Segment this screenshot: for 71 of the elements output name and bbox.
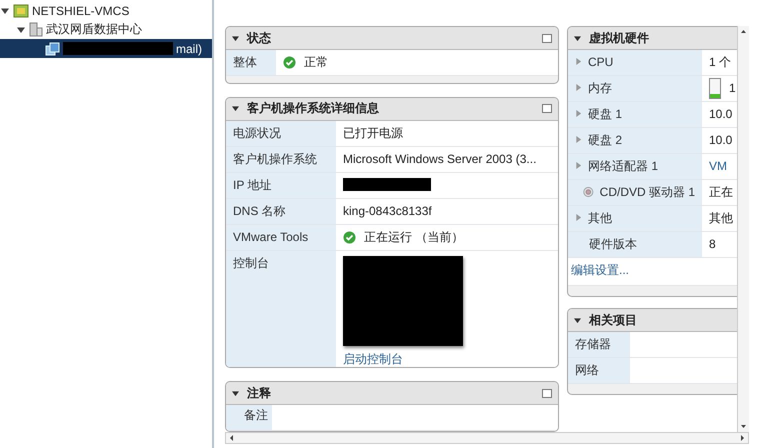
field-value: 正在 [709, 185, 733, 200]
tree-item[interactable]: 武汉网盾数据中心 [0, 20, 212, 39]
field-label: 硬盘 2 [588, 133, 622, 148]
expand-triangle-icon[interactable] [575, 110, 582, 117]
field-value: Microsoft Windows Server 2003 (3... [343, 152, 536, 167]
field-label: 其他 [588, 211, 612, 226]
expand-caret-icon[interactable] [1, 6, 9, 14]
disc-icon [583, 185, 594, 199]
field-label: 控制台 [233, 256, 269, 271]
field-label: 网络适配器 1 [588, 159, 658, 174]
tree-item-label: 武汉网盾数据中心 [46, 21, 142, 38]
panel-header[interactable]: 客户机操作系统详细信息 [226, 98, 558, 121]
horizontal-scrollbar[interactable] [225, 432, 749, 444]
maximize-icon[interactable] [542, 34, 552, 42]
edit-settings-link[interactable]: 编辑设置... [571, 263, 630, 277]
field-label: 客户机操作系统 [233, 152, 317, 167]
field-label: 硬件版本 [589, 237, 637, 252]
field-value: 正在运行 （当前） [364, 230, 464, 245]
expand-triangle-icon[interactable] [575, 162, 582, 169]
building-icon [29, 22, 43, 37]
panel-title: 注释 [247, 384, 272, 402]
field-value: 8 [709, 237, 716, 252]
tree-item-label: mail) [176, 42, 202, 56]
field-value: king-0843c8133f [343, 204, 432, 219]
collapse-caret-icon[interactable] [574, 316, 581, 324]
field-value: 已打开电源 [343, 126, 403, 141]
field-label: 整体 [233, 55, 257, 70]
field-label: 电源状况 [233, 126, 281, 141]
field-label: VMware Tools [233, 230, 308, 245]
expand-triangle-icon[interactable] [575, 214, 582, 221]
field-label: CPU [588, 55, 614, 70]
field-label: CD/DVD 驱动器 1 [600, 185, 695, 200]
maximize-icon[interactable] [542, 104, 552, 114]
expand-triangle-icon[interactable] [575, 84, 582, 91]
network-link[interactable]: VM [709, 159, 727, 174]
collapse-caret-icon[interactable] [232, 105, 239, 112]
virtual-machine-icon [45, 42, 60, 56]
field-value: 其他 [709, 211, 733, 226]
expand-triangle-icon[interactable] [575, 136, 582, 143]
vertical-scrollbar[interactable] [737, 26, 749, 432]
maximize-icon[interactable] [542, 388, 552, 398]
field-value: 1 [729, 81, 736, 96]
collapse-caret-icon[interactable] [232, 34, 239, 42]
field-value: 正常 [304, 55, 328, 70]
panel-title: 虚拟机硬件 [589, 30, 650, 46]
tree-item[interactable]: mail) [0, 39, 212, 58]
server-folder-icon [13, 4, 29, 18]
field-label: 备注 [244, 408, 268, 423]
panel-header[interactable]: 虚拟机硬件 [568, 27, 737, 50]
panel-title: 状态 [247, 30, 272, 46]
panel-title: 客户机操作系统详细信息 [247, 100, 380, 118]
panel-title: 相关项目 [589, 312, 638, 328]
field-label: 硬盘 1 [588, 107, 622, 122]
collapse-caret-icon[interactable] [232, 390, 239, 396]
panel-header[interactable]: 状态 [226, 27, 558, 50]
panel-header[interactable]: 注释 [226, 382, 558, 405]
field-value: 10.0 [709, 133, 732, 148]
field-label: 存储器 [575, 337, 611, 352]
launch-console-link[interactable]: 启动控制台 [343, 352, 463, 367]
expand-caret-icon[interactable] [17, 26, 25, 34]
expand-triangle-icon[interactable] [575, 58, 582, 65]
tree-item-label: NETSHIEL-VMCS [32, 4, 130, 18]
tree-item[interactable]: NETSHIEL-VMCS [0, 1, 212, 20]
panel-header[interactable]: 相关项目 [568, 309, 737, 332]
collapse-caret-icon[interactable] [574, 34, 581, 42]
field-value: 10.0 [709, 107, 732, 122]
field-value: 1 个 [709, 55, 732, 70]
field-label: 内存 [588, 81, 612, 96]
field-label: 网络 [575, 363, 599, 378]
field-label: IP 地址 [233, 178, 272, 193]
field-label: DNS 名称 [233, 204, 286, 219]
